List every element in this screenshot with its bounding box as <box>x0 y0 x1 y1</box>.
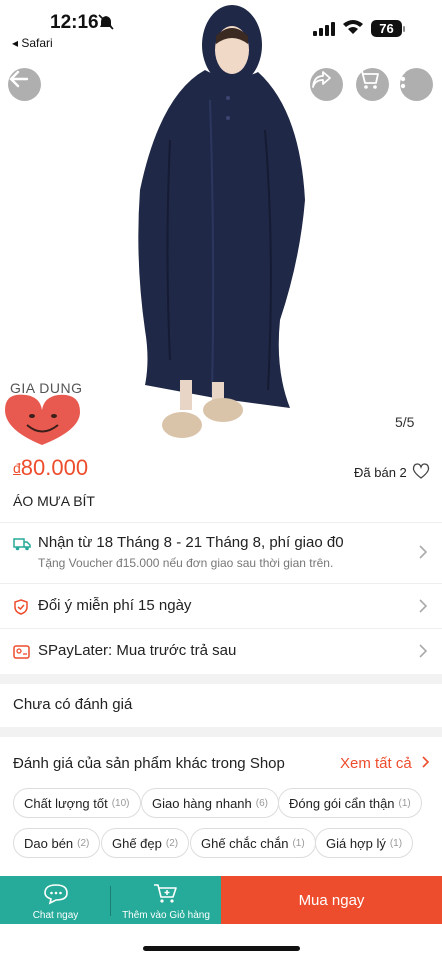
chat-now-label: Chat ngay <box>32 910 79 921</box>
add-to-cart-label: Thêm vào Giỏ hàng <box>122 910 210 921</box>
bottom-action-bar: Chat ngay Thêm vào Giỏ hàng Mua ngay <box>0 876 442 924</box>
chip-label: Giao hàng nhanh <box>152 795 252 811</box>
see-all-label: Xem tất cả <box>340 755 412 772</box>
back-to-safari[interactable]: ◂ Safari <box>12 36 53 50</box>
review-tag-chip[interactable]: Ghế đẹp (2) <box>101 828 190 858</box>
buy-now-button[interactable]: Mua ngay <box>221 876 442 924</box>
cart-plus-icon <box>154 884 177 903</box>
signal-icon <box>313 22 335 36</box>
cart-button[interactable] <box>356 68 389 101</box>
currency-symbol: đ <box>13 460 21 476</box>
buy-now-label: Mua ngay <box>298 891 365 909</box>
chip-label: Giá hợp lý <box>326 835 386 851</box>
chip-count: (1) <box>398 797 411 809</box>
shield-check-icon <box>14 599 28 615</box>
spaylater-icon <box>13 645 30 659</box>
heart-icon[interactable] <box>412 463 430 479</box>
spaylater-text: SPayLater: Mua trước trả sau <box>38 642 237 659</box>
chip-count: (1) <box>389 837 403 849</box>
chip-label: Chất lượng tốt <box>24 795 108 811</box>
spaylater-row[interactable]: SPayLater: Mua trước trả sau <box>0 629 442 673</box>
product-price: đ80.000 <box>13 455 88 481</box>
shipping-subtitle: Tặng Voucher đ15.000 nếu đơn giao sau th… <box>38 556 334 570</box>
battery-tip <box>403 26 405 32</box>
chip-count: (6) <box>255 797 268 809</box>
chip-count: (2) <box>77 837 90 849</box>
return-policy-row[interactable]: Đổi ý miễn phí 15 ngày <box>0 584 442 628</box>
status-time: 12:16 <box>50 12 99 33</box>
back-button[interactable] <box>8 68 41 101</box>
bell-muted-icon <box>98 14 114 30</box>
chip-count: (10) <box>111 797 130 809</box>
section-separator <box>0 674 442 684</box>
review-tag-chip[interactable]: Giá hợp lý (1) <box>315 828 414 858</box>
battery-indicator: 76 <box>371 20 402 37</box>
cart-icon <box>358 70 379 89</box>
chip-count: (2) <box>165 837 179 849</box>
see-all-link[interactable]: Xem tất cả <box>340 755 430 772</box>
share-button[interactable] <box>310 68 343 101</box>
return-policy-text: Đổi ý miễn phí 15 ngày <box>38 597 192 614</box>
product-name: ÁO MƯA BÍT <box>13 493 95 509</box>
arrow-left-icon <box>9 70 29 88</box>
add-to-cart-button[interactable]: Thêm vào Giỏ hàng <box>111 876 221 924</box>
chevron-right-icon <box>419 545 427 559</box>
chip-label: Ghế chắc chắn <box>201 835 289 851</box>
shipping-row[interactable]: Nhận từ 18 Tháng 8 - 21 Tháng 8, phí gia… <box>0 523 442 576</box>
truck-icon <box>13 538 31 551</box>
more-vertical-icon <box>400 69 406 89</box>
image-counter: 5/5 <box>395 414 415 430</box>
review-tag-chip[interactable]: Giao hàng nhanh (6) <box>141 788 279 818</box>
more-button[interactable] <box>400 68 433 101</box>
no-reviews-label: Chưa có đánh giá <box>13 696 133 713</box>
review-tag-chip[interactable]: Dao bén (2) <box>13 828 101 858</box>
chip-count: (1) <box>292 837 305 849</box>
chevron-right-icon <box>419 644 427 658</box>
section-separator <box>0 727 442 737</box>
home-indicator[interactable] <box>143 946 300 951</box>
shop-reviews-title: Đánh giá của sản phẩm khác trong Shop <box>13 755 285 772</box>
watermark-text: GIA DUNG <box>10 380 83 396</box>
review-tag-chip[interactable]: Chất lượng tốt (10) <box>13 788 141 818</box>
chevron-right-icon <box>419 599 427 613</box>
price-value: 80.000 <box>20 455 89 480</box>
sold-count: Đã bán 2 <box>354 465 407 480</box>
chat-icon <box>43 884 68 905</box>
chip-label: Dao bén <box>24 835 74 851</box>
chevron-right-icon <box>422 756 430 768</box>
chip-label: Đóng gói cẩn thận <box>289 795 395 811</box>
review-tag-chip[interactable]: Ghế chắc chắn (1) <box>190 828 316 858</box>
share-icon <box>312 71 331 88</box>
review-tag-chip[interactable]: Đóng gói cẩn thận (1) <box>278 788 422 818</box>
shipping-title: Nhận từ 18 Tháng 8 - 21 Tháng 8, phí gia… <box>38 534 344 551</box>
status-bar: 12:16 ◂ Safari 76 <box>0 0 442 56</box>
product-image[interactable]: GIA DUNG 5/5 <box>0 0 442 450</box>
chip-label: Ghế đẹp <box>112 835 162 851</box>
wifi-icon <box>343 20 363 34</box>
chat-now-button[interactable]: Chat ngay <box>0 876 111 924</box>
